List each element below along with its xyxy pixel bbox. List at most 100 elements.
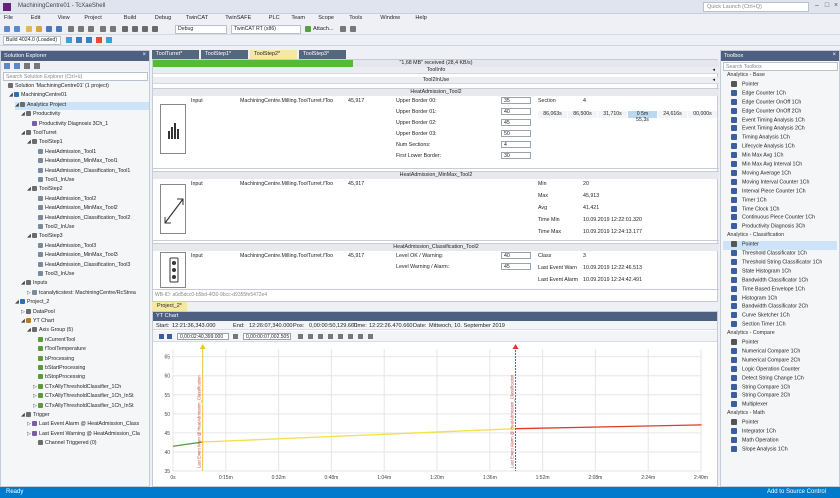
toolbox-group-header[interactable]: Analytics - Base	[723, 72, 765, 80]
toolbox-item[interactable]: Edge Counter OnOff 2Ch	[723, 107, 801, 117]
param-input[interactable]: 4	[501, 141, 531, 148]
play-icon[interactable]	[159, 334, 164, 339]
toolbox-item[interactable]: Moving Interval Counter 1Ch	[723, 178, 809, 188]
menu-item-twinsafe[interactable]: TwinSAFE	[225, 15, 251, 21]
toolbox-item[interactable]: Threshold String Classificator 1Ch	[723, 258, 822, 268]
toolbox-item[interactable]: String Compare 1Ch	[723, 383, 790, 393]
solution-tree-item[interactable]: Tool1_InUse	[33, 177, 74, 185]
undo-icon[interactable]	[100, 26, 106, 32]
forward-icon[interactable]	[14, 26, 20, 32]
toolbox-item[interactable]: Math Operation	[723, 436, 779, 446]
toolbox-item[interactable]: Numerical Compare 2Ch	[723, 356, 800, 366]
solution-tree-item[interactable]: Tool2_InUse	[33, 224, 74, 232]
toolbox-item[interactable]: Min Max Avg Interval 1Ch	[723, 161, 802, 170]
redo-icon[interactable]	[110, 26, 116, 32]
toolbox-item[interactable]: Numerical Compare 1Ch	[723, 347, 800, 357]
toolbox-item[interactable]: Lifecycle Analysis 1Ch	[723, 143, 795, 152]
solution-tree-item[interactable]: ▷ Last Event Warning @ HeatAdmission_Cla	[27, 431, 140, 439]
solution-tree-item[interactable]: HeatAdmission_MinMax_Tool2	[33, 205, 118, 213]
find-icon[interactable]	[152, 26, 158, 32]
param-input[interactable]: 30	[501, 152, 531, 159]
solution-tree-item[interactable]: ◢ ToolTurret	[21, 130, 57, 138]
tab-toolstep2[interactable]: ToolStep2*	[250, 50, 298, 59]
menu-item-project[interactable]: Project	[84, 15, 101, 21]
back-icon[interactable]	[4, 26, 10, 32]
toolbox-item[interactable]: Event Timing Analysis 1Ch	[723, 116, 805, 126]
solution-tree-item[interactable]: Productivity Diagnosis 3Ch_1	[27, 121, 108, 129]
event-marker-flag-icon[interactable]	[512, 344, 519, 349]
cursor-icon[interactable]	[328, 334, 333, 339]
toolbox-item[interactable]: Time Clock 1Ch	[723, 205, 779, 215]
source-control-button[interactable]: Add to Source Control	[767, 489, 826, 495]
solution-tree-item[interactable]: ◢ Inputs	[21, 280, 47, 288]
toolbox-item[interactable]: Threshold Classificator 1Ch	[723, 250, 807, 259]
toolbox-item[interactable]: Productivity Diagnosis 3Ch	[723, 223, 805, 232]
solution-tree-item[interactable]: HeatAdmission_Classification_Tool3	[33, 262, 130, 270]
quick-launch-input[interactable]: Quick Launch (Ctrl+Q)	[703, 2, 809, 12]
toolbox-item[interactable]: Time Based Envelope 1Ch	[723, 285, 805, 295]
attach-play-icon[interactable]	[305, 26, 311, 32]
build-icon[interactable]	[122, 26, 128, 32]
toolbar-more-icon[interactable]	[340, 26, 346, 32]
solution-tree-item[interactable]: Channel Triggered (0)	[33, 440, 97, 448]
param-input[interactable]: 50	[501, 130, 531, 137]
marker-icon[interactable]	[358, 334, 363, 339]
sync-icon[interactable]	[14, 63, 20, 69]
login-icon[interactable]	[106, 37, 112, 43]
rebuild-icon[interactable]	[132, 26, 138, 32]
toolbox-item[interactable]: Continuous Piece Counter 1Ch	[723, 214, 815, 223]
toolbox-item[interactable]: Pointer	[723, 80, 759, 90]
close-icon[interactable]: ×	[832, 52, 836, 58]
toolbox-item[interactable]: Pointer	[723, 419, 759, 428]
tool-in-use-row[interactable]: Tool2InUse ◂	[153, 77, 719, 84]
menu-item-twincat[interactable]: TwinCAT	[186, 15, 208, 21]
fit-icon[interactable]	[338, 334, 343, 339]
pause-icon[interactable]	[167, 334, 172, 339]
tab-toolstep1[interactable]: ToolStep1*	[201, 50, 249, 59]
toolbar-misc-icon[interactable]	[350, 26, 356, 32]
toolbox-item[interactable]: Event Timing Analysis 2Ch	[723, 125, 805, 134]
solution-tree-item[interactable]: Solution 'MachiningCentre01' (1 project)	[3, 83, 109, 91]
toolbox-item[interactable]: Histogram 1Ch	[723, 294, 777, 304]
solution-tree-item[interactable]: HeatAdmission_Classification_Tool1	[33, 168, 130, 176]
toolbox-item[interactable]: Bandwidth Classificator 1Ch	[723, 276, 808, 286]
close-icon[interactable]: ×	[831, 2, 840, 12]
toolbox-item[interactable]: Pointer	[723, 241, 837, 251]
event-marker-flag-icon[interactable]	[199, 344, 206, 349]
collapse-all-icon[interactable]	[34, 63, 40, 69]
menu-item-debug[interactable]: Debug	[155, 15, 171, 21]
menu-item-team[interactable]: Team	[291, 15, 305, 21]
clean-icon[interactable]	[142, 26, 148, 32]
solution-tree-item[interactable]: bStopProcessing	[33, 374, 85, 382]
close-icon[interactable]: ×	[142, 52, 146, 58]
minimize-icon[interactable]: –	[812, 2, 822, 12]
tab-toolstep3[interactable]: ToolStep3*	[299, 50, 347, 59]
export-icon[interactable]	[368, 334, 373, 339]
yt-chart-plot[interactable]: 35 40 45 50 55 60 65 0s 0:15m 0:32m 0:48m 1:04m 1:20…	[153, 343, 717, 488]
expand-icon[interactable]: ◂	[712, 77, 715, 83]
menu-item-tools[interactable]: Tools	[349, 15, 362, 21]
solution-tree-item[interactable]: ▷ CTxAllyThresholdClassifier_1Ch	[33, 384, 121, 392]
toolbox-item[interactable]: Timer 1Ch	[723, 196, 767, 206]
solution-tree-item[interactable]: HeatAdmission_Tool1	[33, 149, 96, 157]
menu-item-scope[interactable]: Scope	[318, 15, 334, 21]
expand-icon[interactable]: ◂	[712, 67, 715, 73]
menu-item-build[interactable]: Build	[124, 15, 136, 21]
tab-project-2[interactable]: Project_2*	[152, 302, 187, 311]
solution-tree-item[interactable]: bStartProcessing	[33, 365, 85, 373]
toolbox-group-header[interactable]: Analytics - Math	[723, 410, 765, 418]
refresh-icon[interactable]	[24, 63, 30, 69]
solution-tree-item[interactable]: ◢ MachiningCentre01	[9, 92, 67, 100]
solution-tree-item[interactable]: ◢ YT Chart	[21, 318, 54, 326]
copy-icon[interactable]	[78, 26, 84, 32]
menu-item-window[interactable]: Window	[380, 15, 400, 21]
solution-tree-item[interactable]: ▷ tcanalyticstest: MachiningCentre/RcStre…	[27, 290, 136, 298]
toolbox-item[interactable]: Integrator 1Ch	[723, 428, 776, 437]
toolbox-item[interactable]: State Histogram 1Ch	[723, 267, 791, 277]
time-spin-icon[interactable]	[233, 334, 238, 339]
toolbox-item[interactable]: Interval Piece Counter 1Ch	[723, 187, 806, 197]
param-input[interactable]: 45	[501, 263, 531, 270]
config-mode-icon[interactable]	[86, 37, 92, 43]
solution-tree-item[interactable]: ◢ ToolStep3	[27, 233, 63, 241]
menu-item-plc[interactable]: PLC	[269, 15, 280, 21]
